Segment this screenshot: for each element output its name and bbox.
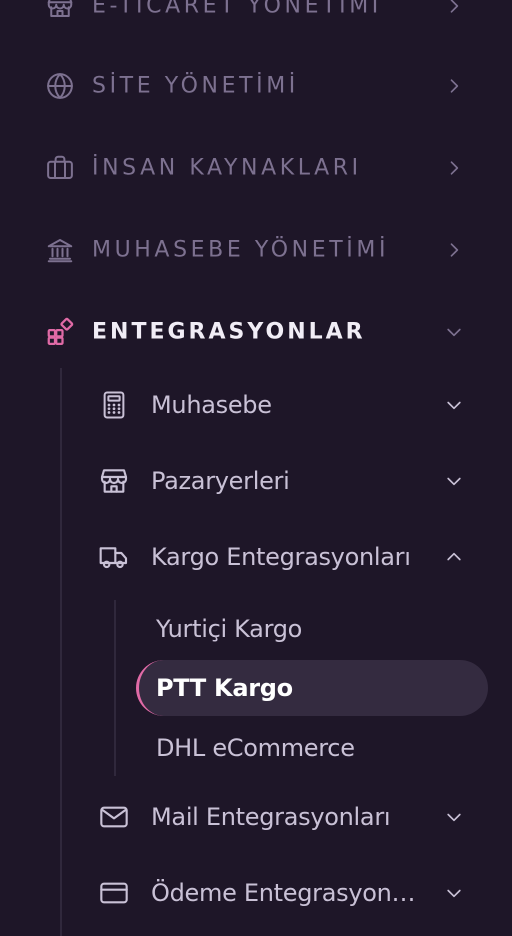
sidebar-section-label: MUHASEBE YÖNETİMİ — [92, 237, 390, 263]
nav-leaf-ptt-kargo[interactable]: PTT Kargo — [136, 660, 488, 716]
chevron-up-icon — [442, 545, 466, 569]
chevron-down-icon — [442, 320, 466, 344]
briefcase-icon — [44, 152, 76, 184]
nav-item-label: Kargo Entegrasyonları — [151, 543, 411, 571]
truck-icon — [96, 539, 132, 575]
chevron-right-icon — [442, 156, 466, 180]
chevron-right-icon — [442, 0, 466, 18]
nav-leaf-yurtici-kargo[interactable]: Yurtiçi Kargo — [136, 601, 488, 657]
chevron-right-icon — [442, 238, 466, 262]
nav-item-mail-entegrasyonlari[interactable]: Mail Entegrasyonları — [92, 789, 492, 845]
sidebar-section-muhasebe[interactable]: MUHASEBE YÖNETİMİ — [0, 222, 512, 278]
nav-item-odeme-entegrasyonlari[interactable]: Ödeme Entegrasyonları — [92, 865, 492, 921]
nav-item-label: Ödeme Entegrasyonları — [151, 879, 421, 907]
nav-item-muhasebe[interactable]: Muhasebe — [92, 377, 492, 433]
sidebar-section-label: E-TİCARET YÖNETİMİ — [92, 0, 382, 19]
globe-icon — [44, 70, 76, 102]
chevron-down-icon — [442, 881, 466, 905]
nav-leaf-label: PTT Kargo — [156, 674, 293, 702]
nav-item-label: Pazaryerleri — [151, 467, 290, 495]
sidebar-section-insan-kaynaklari[interactable]: İNSAN KAYNAKLARI — [0, 140, 512, 196]
nav-item-label: Mail Entegrasyonları — [151, 803, 391, 831]
nav-leaf-label: DHL eCommerce — [156, 734, 355, 762]
nav-leaf-label: Yurtiçi Kargo — [156, 615, 303, 643]
calculator-icon — [96, 387, 132, 423]
sidebar-section-label: ENTEGRASYONLAR — [92, 319, 366, 345]
store-icon — [44, 0, 76, 22]
sidebar-section-entegrasyonlar[interactable]: ENTEGRASYONLAR — [0, 304, 512, 360]
sidebar-section-label: İNSAN KAYNAKLARI — [92, 155, 362, 181]
sidebar-nav: E-TİCARET YÖNETİMİ SİTE YÖNETİMİ İNSAN K… — [0, 0, 512, 936]
store-icon — [96, 463, 132, 499]
tree-guide-line — [60, 368, 62, 936]
sidebar-section-eticaret[interactable]: E-TİCARET YÖNETİMİ — [0, 0, 512, 34]
nav-item-label: Muhasebe — [151, 391, 272, 419]
apps-add-icon — [44, 316, 76, 348]
chevron-right-icon — [442, 74, 466, 98]
nav-leaf-dhl-ecommerce[interactable]: DHL eCommerce — [136, 720, 488, 776]
nav-item-pazaryerleri[interactable]: Pazaryerleri — [92, 453, 492, 509]
chevron-down-icon — [442, 469, 466, 493]
chevron-down-icon — [442, 393, 466, 417]
sidebar-section-label: SİTE YÖNETİMİ — [92, 73, 299, 99]
credit-card-icon — [96, 875, 132, 911]
mail-icon — [96, 799, 132, 835]
tree-guide-line — [114, 600, 116, 776]
bank-icon — [44, 234, 76, 266]
nav-item-kargo-entegrasyonlari[interactable]: Kargo Entegrasyonları — [92, 529, 492, 585]
sidebar-section-site[interactable]: SİTE YÖNETİMİ — [0, 58, 512, 114]
chevron-down-icon — [442, 805, 466, 829]
